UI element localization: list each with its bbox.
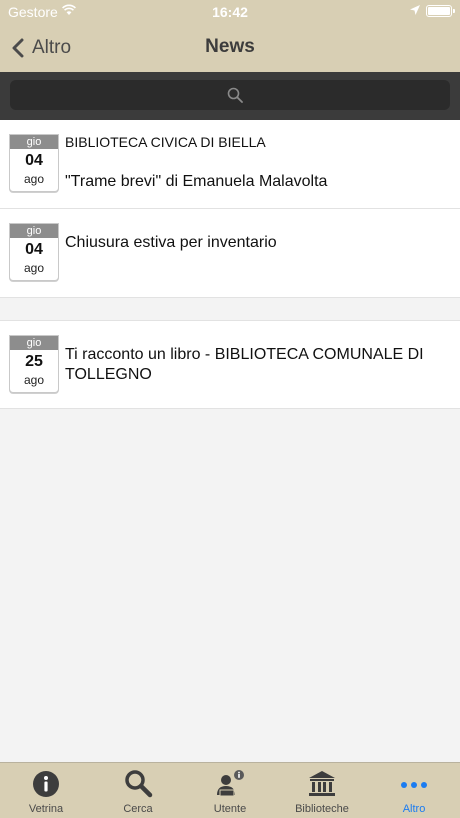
tab-vetrina[interactable]: Vetrina <box>0 763 92 818</box>
tab-biblioteche[interactable]: Biblioteche <box>276 763 368 818</box>
date-weekday: gio <box>10 135 58 149</box>
news-list: gio 04 ago BIBLIOTECA CIVICA DI BIELLA "… <box>0 120 460 409</box>
date-month: ago <box>23 373 45 387</box>
tab-label: Cerca <box>123 803 153 815</box>
news-item[interactable]: gio 25 ago Ti racconto un libro - BIBLIO… <box>0 321 460 409</box>
battery-icon <box>426 5 455 17</box>
magnifier-icon <box>125 770 153 798</box>
page-title: News <box>205 36 255 57</box>
user-icon <box>217 770 244 797</box>
tab-label: Vetrina <box>28 803 64 815</box>
status-bar: Gestore 16:42 <box>0 0 460 24</box>
news-item[interactable]: gio 04 ago Chiusura estiva per inventari… <box>0 209 460 298</box>
news-title: Chiusura estiva per inventario <box>65 234 277 251</box>
more-icon <box>401 782 427 788</box>
date-day: 04 <box>25 241 43 258</box>
tab-label: Altro <box>402 803 426 815</box>
search-input[interactable] <box>10 80 450 110</box>
tab-utente[interactable]: Utente <box>184 763 276 818</box>
search-bar <box>0 72 460 120</box>
info-icon <box>33 771 59 797</box>
date-day: 25 <box>25 353 43 370</box>
news-title: "Trame brevi" di Emanuela Malavolta <box>65 173 328 190</box>
section-separator <box>0 298 460 321</box>
tab-label: Biblioteche <box>295 803 349 815</box>
tab-label: Utente <box>213 803 247 815</box>
date-month: ago <box>23 172 45 186</box>
search-icon <box>227 87 243 103</box>
status-time: 16:42 <box>212 4 248 20</box>
tab-altro[interactable]: Altro <box>368 763 460 818</box>
date-weekday: gio <box>10 224 58 238</box>
calendar-date-icon: gio 04 ago <box>9 223 59 281</box>
news-item[interactable]: gio 04 ago BIBLIOTECA CIVICA DI BIELLA "… <box>0 120 460 209</box>
header: Gestore 16:42 Altro News <box>0 0 460 72</box>
date-month: ago <box>23 261 45 275</box>
library-icon <box>309 771 335 796</box>
date-weekday: gio <box>10 336 58 350</box>
calendar-date-icon: gio 04 ago <box>9 134 59 192</box>
news-title: Ti racconto un libro - BIBLIOTECA COMUNA… <box>65 346 424 383</box>
news-category: BIBLIOTECA CIVICA DI BIELLA <box>65 134 266 150</box>
tab-bar: Vetrina Cerca Utente Biblioteche Altro <box>0 762 460 818</box>
calendar-date-icon: gio 25 ago <box>9 335 59 393</box>
location-icon <box>410 5 420 15</box>
date-day: 04 <box>25 152 43 169</box>
tab-cerca[interactable]: Cerca <box>92 763 184 818</box>
